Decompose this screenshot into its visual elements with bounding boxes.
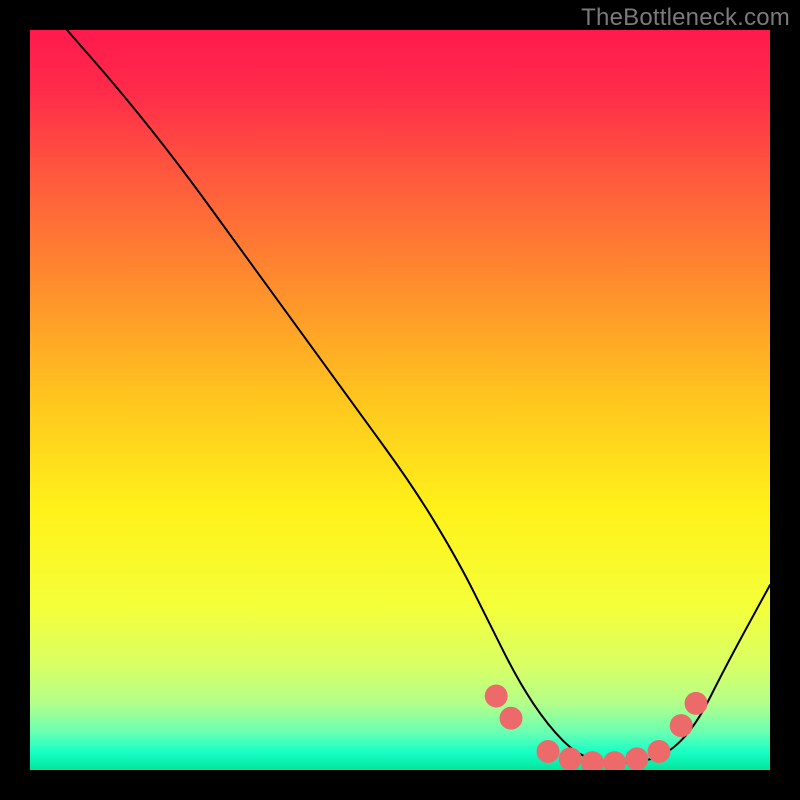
- watermark-text: TheBottleneck.com: [581, 4, 790, 32]
- highlight-marker: [648, 740, 670, 762]
- chart-frame: TheBottleneck.com: [0, 0, 800, 800]
- highlight-marker: [537, 740, 559, 762]
- highlight-marker: [581, 752, 603, 771]
- plot-area: [30, 30, 770, 770]
- highlight-markers-group: [485, 685, 707, 770]
- highlight-marker: [485, 685, 507, 707]
- highlight-marker: [604, 752, 626, 771]
- highlight-marker: [559, 748, 581, 770]
- highlight-marker: [626, 748, 648, 770]
- chart-svg: [30, 30, 770, 770]
- highlight-marker: [670, 715, 692, 737]
- highlight-marker: [500, 707, 522, 729]
- highlight-marker: [685, 692, 707, 714]
- bottleneck-curve-line: [67, 30, 770, 763]
